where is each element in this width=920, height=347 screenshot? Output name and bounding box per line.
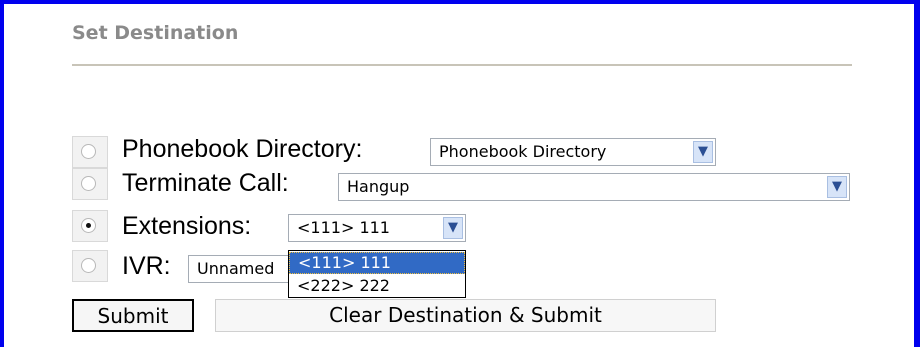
phonebook-label: Phonebook Directory:	[122, 135, 363, 163]
phonebook-radio-icon[interactable]	[81, 144, 96, 159]
extensions-select-value: <111> 111	[297, 218, 390, 237]
phonebook-select-value: Phonebook Directory	[439, 142, 607, 161]
window-frame-left	[0, 0, 4, 347]
terminate-radio-icon[interactable]	[81, 176, 96, 191]
ivr-label: IVR:	[122, 252, 171, 280]
extensions-dropdown-list[interactable]: <111> 111 <222> 222	[288, 250, 466, 298]
section-title: Set Destination	[72, 22, 239, 44]
ivr-radio-cell[interactable]	[72, 250, 108, 282]
extensions-radio-cell[interactable]	[72, 210, 108, 242]
dropdown-option[interactable]: <222> 222	[289, 275, 465, 297]
extensions-radio-icon[interactable]	[81, 218, 96, 233]
chevron-down-icon[interactable]: ▼	[827, 176, 847, 198]
ivr-radio-icon[interactable]	[81, 258, 96, 273]
window-frame-right	[914, 0, 920, 347]
terminate-radio-cell[interactable]	[72, 168, 108, 200]
section-divider	[72, 64, 852, 66]
submit-button[interactable]: Submit	[72, 299, 194, 332]
terminate-select-value: Hangup	[347, 177, 410, 196]
clear-destination-submit-button[interactable]: Clear Destination & Submit	[215, 299, 716, 332]
extensions-select[interactable]: <111> 111 ▼	[288, 214, 466, 242]
window-frame-top	[0, 0, 920, 4]
extensions-label: Extensions:	[122, 212, 252, 240]
phonebook-radio-cell[interactable]	[72, 136, 108, 168]
terminate-label: Terminate Call:	[122, 169, 289, 197]
dropdown-option[interactable]: <111> 111	[289, 252, 465, 274]
phonebook-select[interactable]: Phonebook Directory ▼	[430, 138, 716, 166]
chevron-down-icon[interactable]: ▼	[443, 217, 463, 239]
terminate-select[interactable]: Hangup ▼	[338, 173, 850, 201]
chevron-down-icon[interactable]: ▼	[693, 141, 713, 163]
